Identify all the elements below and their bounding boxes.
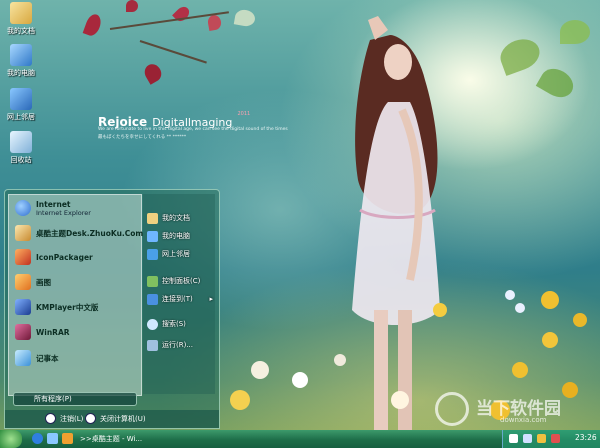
iconpackager-icon: [15, 249, 31, 265]
leaf-decoration: [560, 20, 590, 44]
menu-item-paint[interactable]: 画图: [15, 272, 51, 292]
leaf-decoration: [496, 34, 544, 76]
start-button[interactable]: [0, 430, 22, 448]
menu-item-title: 桌酷主题Desk.ZhuoKu.Com: [36, 228, 144, 238]
tray-app-icon[interactable]: [537, 434, 546, 443]
desktop-icon-network[interactable]: 网上邻居: [2, 88, 40, 122]
desktop-icon-my-computer[interactable]: 我的电脑: [2, 44, 40, 78]
menu-item-title: 记事本: [36, 353, 59, 363]
menu-item-title: Internet: [36, 199, 71, 209]
menu-item-iconpackager[interactable]: IconPackager: [15, 247, 93, 267]
menu-item-kmplayer[interactable]: KMPlayer中文版: [15, 297, 98, 317]
network-places-icon: [10, 88, 32, 110]
search-icon: [147, 318, 158, 330]
leaf-decoration: [206, 13, 223, 32]
places-item-label: 我的文档: [162, 214, 190, 222]
tray-volume-icon[interactable]: [523, 434, 532, 443]
run-icon: [147, 339, 158, 351]
tray-network-icon[interactable]: [509, 434, 518, 443]
logoff-button[interactable]: 注销(L): [45, 413, 83, 424]
taskbar: >>桌酷主题 - Wi... 23:26: [0, 430, 600, 448]
menu-item-winrar[interactable]: WinRAR: [15, 322, 70, 342]
logoff-label: 注销(L): [60, 414, 84, 423]
desktop-icon-label: 回收站: [10, 156, 32, 164]
menu-item-title: KMPlayer中文版: [36, 302, 99, 312]
desktop-icon-label: 我的电脑: [7, 69, 35, 77]
quicklaunch-media-icon[interactable]: [62, 433, 73, 444]
places-item-my-computer[interactable]: 我的电脑: [147, 228, 190, 244]
quicklaunch-ie-icon[interactable]: [32, 433, 43, 444]
places-item-network[interactable]: 网上邻居: [147, 246, 190, 262]
all-programs-button[interactable]: 所有程序(P): [13, 392, 137, 406]
branch-decoration: [139, 40, 207, 64]
menu-item-title: 画图: [36, 277, 51, 287]
winrar-icon: [15, 324, 31, 340]
network-places-icon: [147, 248, 158, 260]
watermark-url: downxia.com: [500, 416, 547, 424]
start-menu-footer: 注销(L) 关闭计算机(U): [5, 410, 219, 428]
zhuoku-theme-icon: [15, 225, 31, 241]
leaf-decoration: [535, 63, 579, 103]
tray-security-icon[interactable]: [551, 434, 560, 443]
places-item-my-documents[interactable]: 我的文档: [147, 210, 190, 226]
places-item-control-panel[interactable]: 控制面板(C): [147, 273, 200, 289]
desktop-wallpaper: Rejoice Digitallmaging 2011 We are fortu…: [0, 0, 600, 448]
menu-item-title: WinRAR: [36, 327, 70, 337]
leaf-decoration: [233, 8, 257, 28]
places-item-label: 我的电脑: [162, 232, 190, 240]
desktop-icon-label: 我的文档: [7, 27, 35, 35]
my-documents-icon: [10, 2, 32, 24]
notepad-icon: [15, 350, 31, 366]
shutdown-icon: [85, 413, 96, 424]
paint-icon: [15, 274, 31, 290]
start-menu-programs-panel: Internet Internet Explorer 桌酷主题Desk.Zhuo…: [8, 194, 143, 396]
desktop-icon-label: 网上邻居: [7, 113, 35, 121]
taskbar-window-button[interactable]: >>桌酷主题 - Wi...: [80, 431, 142, 447]
recycle-bin-icon: [10, 131, 32, 153]
desktop-icon-recycle-bin[interactable]: 回收站: [2, 131, 40, 165]
quicklaunch-desktop-icon[interactable]: [47, 433, 58, 444]
submenu-arrow-icon: ▸: [209, 295, 213, 303]
taskbar-window-label: >>桌酷主题 - Wi...: [80, 435, 143, 443]
places-item-run[interactable]: 运行(R)...: [147, 337, 193, 353]
places-item-connect-to[interactable]: 连接到(T) ▸: [147, 291, 213, 307]
watermark-logo-icon: [435, 392, 469, 426]
connect-to-icon: [147, 293, 158, 305]
menu-item-notepad[interactable]: 记事本: [15, 348, 59, 368]
places-item-label: 运行(R)...: [162, 341, 194, 349]
menu-item-subtitle: Internet Explorer: [36, 208, 91, 217]
wallpaper-year: 2011: [237, 111, 251, 117]
places-item-label: 连接到(T): [162, 295, 193, 303]
wallpaper-line-2: 最もぼくたちを幸せにしてくれる ** ******: [98, 135, 187, 140]
clock[interactable]: 23:26: [575, 433, 597, 442]
all-programs-label: 所有程序(P): [34, 395, 72, 403]
leaf-decoration: [141, 61, 165, 85]
leaf-decoration: [172, 4, 192, 24]
menu-item-internet[interactable]: Internet Internet Explorer: [15, 198, 91, 218]
menu-item-zhuoku[interactable]: 桌酷主题Desk.ZhuoKu.Com: [15, 223, 143, 243]
places-item-label: 控制面板(C): [162, 277, 201, 285]
kmplayer-icon: [15, 299, 31, 315]
my-computer-icon: [147, 230, 158, 242]
places-item-label: 搜索(S): [162, 320, 186, 328]
internet-explorer-icon: [15, 200, 31, 216]
my-documents-icon: [147, 212, 158, 224]
desktop-icon-my-documents[interactable]: 我的文档: [2, 2, 40, 36]
leaf-decoration: [82, 12, 104, 38]
shutdown-button[interactable]: 关闭计算机(U): [85, 413, 146, 424]
my-computer-icon: [10, 44, 32, 66]
places-item-search[interactable]: 搜索(S): [147, 316, 186, 332]
start-menu: Internet Internet Explorer 桌酷主题Desk.Zhuo…: [4, 189, 220, 429]
leaf-decoration: [126, 0, 138, 12]
start-menu-places-panel: 我的文档 我的电脑 网上邻居 控制面板(C) 连接到(T) ▸ 搜索(S) 运行…: [143, 194, 215, 394]
system-tray: 23:26: [502, 430, 600, 448]
places-item-label: 网上邻居: [162, 250, 190, 258]
control-panel-icon: [147, 275, 158, 287]
logoff-icon: [45, 413, 56, 424]
menu-item-title: IconPackager: [36, 252, 93, 262]
shutdown-label: 关闭计算机(U): [100, 414, 146, 423]
wallpaper-line-1: We are fortunate to live in this digital…: [98, 127, 288, 132]
